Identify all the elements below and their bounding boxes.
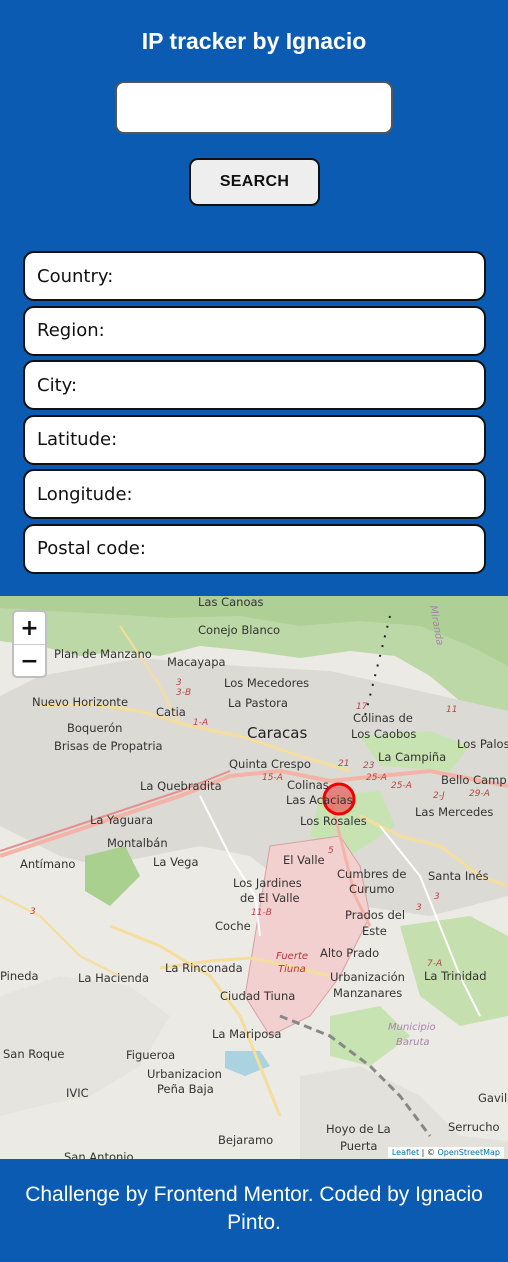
road-number: 3-B bbox=[176, 688, 191, 698]
map-label: La Mariposa bbox=[212, 1027, 281, 1041]
map-label: IVIC bbox=[66, 1086, 89, 1100]
map-attribution: Leaflet | © OpenStreetMap bbox=[387, 1147, 504, 1158]
page-title: IP tracker by Ignacio bbox=[141, 28, 367, 54]
map-label: Serrucho bbox=[448, 1120, 500, 1134]
map-label: San Roque bbox=[3, 1047, 64, 1061]
map-label: Nuevo Horizonte bbox=[32, 695, 128, 709]
map-label: Fuerte bbox=[276, 951, 308, 962]
map-label: Pineda bbox=[0, 969, 39, 983]
map-label: Plan de Manzano bbox=[54, 647, 152, 661]
search-button[interactable]: SEARCH bbox=[189, 158, 320, 206]
map-label: El Valle bbox=[283, 853, 325, 867]
map-label: La Pastora bbox=[228, 696, 288, 710]
road-number: 25-A bbox=[391, 781, 412, 791]
map-label: Gavila bbox=[478, 1091, 508, 1105]
map-label: Las Acacias bbox=[286, 793, 353, 807]
road-number: 23 bbox=[363, 761, 375, 771]
map-label: Peña Baja bbox=[157, 1082, 214, 1096]
road-number: 3 bbox=[30, 907, 36, 917]
map-label: Conejo Blanco bbox=[198, 623, 280, 637]
map-label: Baruta bbox=[396, 1037, 430, 1048]
road-number: 1-A bbox=[193, 718, 208, 728]
map-label: La Vega bbox=[153, 855, 199, 869]
map-label: Caracas bbox=[247, 724, 307, 742]
map-label: La Trinidad bbox=[424, 969, 487, 983]
road-number: 3 bbox=[176, 678, 182, 688]
map-label: Macayapa bbox=[167, 655, 226, 669]
map-label: Bello Camp bbox=[441, 773, 507, 787]
road-number: 2-J bbox=[433, 791, 445, 801]
map-label: Urbanizacion bbox=[147, 1067, 222, 1081]
map-label: Colinas bbox=[287, 778, 329, 792]
road-number: 3 bbox=[434, 892, 440, 902]
map-label: Municipio bbox=[388, 1022, 436, 1033]
road-number: 25-A bbox=[366, 773, 387, 783]
map-label: La Campiña bbox=[378, 750, 446, 764]
road-number: 21 bbox=[338, 759, 349, 769]
city-field: City: bbox=[23, 360, 486, 410]
road-number: 29-A bbox=[469, 789, 490, 799]
region-field: Region: bbox=[23, 305, 486, 356]
map-label: Quinta Crespo bbox=[229, 757, 311, 771]
map-label: Figueroa bbox=[126, 1048, 175, 1062]
latitude-field: Latitude: bbox=[23, 414, 486, 465]
map-label: Manzanares bbox=[333, 986, 402, 1000]
attribution-separator: | © bbox=[419, 1148, 438, 1157]
road-number: 5 bbox=[328, 846, 334, 856]
map[interactable]: Las Canoas Conejo Blanco Miranda Plan de… bbox=[0, 596, 508, 1159]
map-label: Antímano bbox=[20, 857, 75, 871]
road-number: 15-A bbox=[262, 773, 283, 783]
postal-code-field: Postal code: bbox=[23, 523, 486, 574]
map-label: San Antonio bbox=[64, 1150, 134, 1159]
map-label: Santa Inés bbox=[428, 869, 489, 883]
map-label: La Quebradita bbox=[140, 779, 222, 793]
ip-search-input[interactable] bbox=[115, 81, 393, 134]
map-label: Montalbán bbox=[107, 836, 168, 850]
header: IP tracker by Ignacio SEARCH Country: Re… bbox=[0, 0, 508, 596]
map-label: Los Mecedores bbox=[224, 676, 309, 690]
zoom-control: + − bbox=[12, 610, 47, 678]
footer: Challenge by Frontend Mentor. Coded by I… bbox=[0, 1159, 508, 1262]
map-label: Los Caobos bbox=[351, 727, 416, 741]
ip-info-panel: Country: Region: City: Latitude: Longitu… bbox=[23, 251, 486, 578]
leaflet-link[interactable]: Leaflet bbox=[392, 1148, 419, 1157]
map-label: Los Rosales bbox=[300, 814, 367, 828]
map-label: Los Jardines bbox=[233, 876, 302, 890]
map-label: Cumbres de bbox=[337, 867, 406, 881]
longitude-field: Longitude: bbox=[23, 469, 486, 519]
map-label: de El Valle bbox=[240, 891, 300, 905]
map-label: Hoyo de La bbox=[326, 1122, 391, 1136]
map-label: Catia bbox=[156, 705, 186, 719]
map-label: Este bbox=[362, 924, 387, 938]
country-field: Country: bbox=[23, 251, 486, 301]
road-number: 7-A bbox=[427, 959, 442, 969]
map-label: Tiuna bbox=[278, 964, 306, 975]
map-label: Alto Prado bbox=[320, 946, 379, 960]
zoom-out-button[interactable]: − bbox=[14, 645, 45, 677]
map-label: Prados del bbox=[345, 908, 405, 922]
zoom-in-button[interactable]: + bbox=[14, 612, 45, 645]
road-number: 11 bbox=[446, 705, 457, 715]
map-label: Las Canoas bbox=[198, 596, 264, 609]
map-label: La Yaguara bbox=[90, 813, 153, 827]
osm-link[interactable]: OpenStreetMap bbox=[437, 1148, 500, 1157]
map-label: Colinas de bbox=[353, 711, 413, 725]
map-label: Brisas de Propatria bbox=[54, 739, 163, 753]
road-number: 11-B bbox=[251, 908, 272, 918]
map-label: Puerta bbox=[340, 1139, 377, 1153]
road-number: 3 bbox=[416, 903, 422, 913]
road-number: 17 bbox=[356, 702, 368, 712]
map-label: Los Palos bbox=[457, 737, 508, 751]
footer-credit: Challenge by Frontend Mentor. Coded by I… bbox=[25, 1183, 483, 1234]
map-label: Coche bbox=[215, 919, 251, 933]
map-label: La Rinconada bbox=[165, 961, 243, 975]
map-label: Urbanización bbox=[330, 970, 405, 984]
map-label: Curumo bbox=[349, 882, 395, 896]
map-label: Boquerón bbox=[67, 721, 122, 735]
map-tiles: Las Canoas Conejo Blanco Miranda Plan de… bbox=[0, 596, 508, 1159]
map-label: Las Mercedes bbox=[415, 805, 493, 819]
map-label: Ciudad Tiuna bbox=[220, 989, 295, 1003]
map-label: La Hacienda bbox=[78, 971, 149, 985]
map-label: Bejaramo bbox=[218, 1133, 273, 1147]
